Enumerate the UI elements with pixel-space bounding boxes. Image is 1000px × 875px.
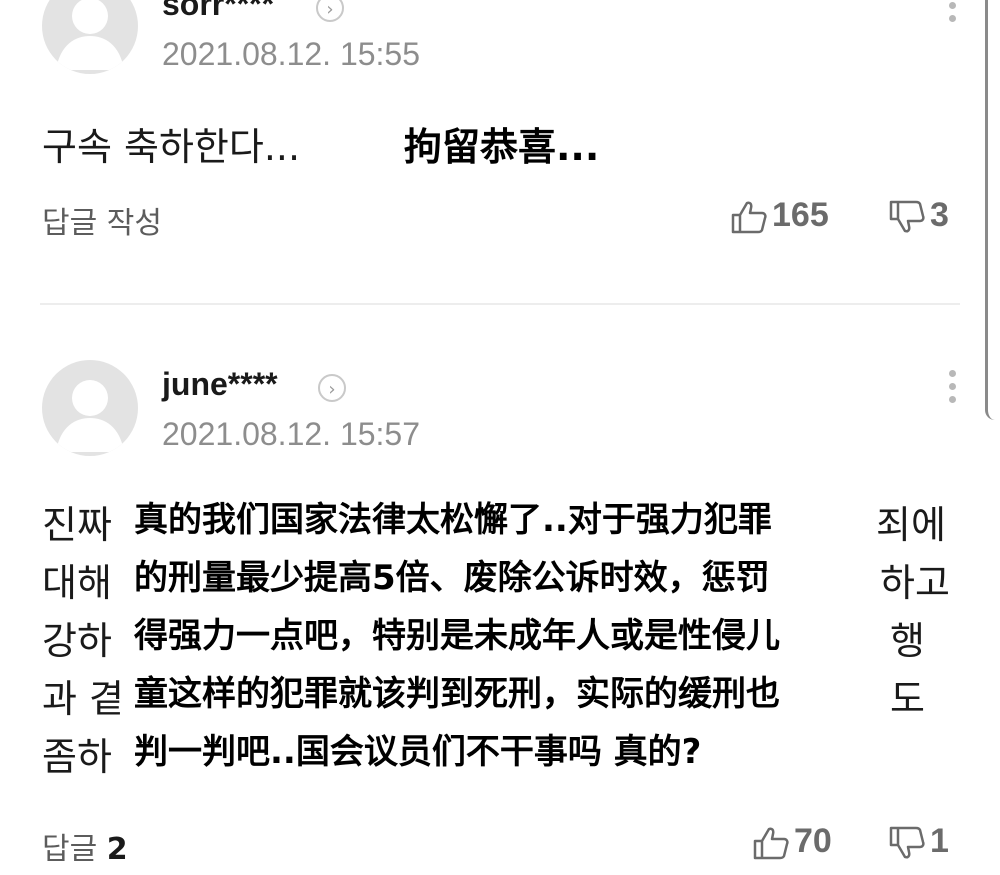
thumbs-down-icon bbox=[889, 200, 925, 233]
translation-overlay-line: 真的我们国家法律太松懈了..对于强力犯罪 bbox=[128, 490, 778, 543]
translation-overlay-line: 童这样的犯罪就该判到死刑，实际的缓刑也 bbox=[128, 664, 786, 717]
translation-overlay-line: 判一判吧..国会议员们不干事吗 真的? bbox=[128, 722, 708, 775]
avatar[interactable] bbox=[42, 0, 138, 74]
comment-body-line: 좀하 bbox=[42, 735, 112, 779]
translation-overlay-line: 得强力一点吧，特别是未成年人或是性侵儿 bbox=[128, 606, 786, 659]
reply-count: 2 bbox=[106, 832, 128, 867]
comment-username[interactable]: sorr**** bbox=[162, 0, 274, 23]
avatar-placeholder-icon bbox=[56, 0, 124, 70]
comment-body-line: 행 bbox=[890, 619, 925, 663]
comment-timestamp: 2021.08.12. 15:55 bbox=[162, 36, 421, 72]
translation-overlay: 拘留恭喜... bbox=[400, 116, 604, 171]
reply-button[interactable]: 답글 2 bbox=[42, 824, 128, 868]
reply-label: 답글 작성 bbox=[42, 206, 162, 241]
thumbs-up-icon bbox=[753, 827, 789, 860]
comment-body-line: 도 bbox=[890, 677, 925, 721]
comment-body-line: 하고 bbox=[880, 561, 950, 605]
dislike-button[interactable]: 3 bbox=[888, 196, 949, 235]
comment-body: 구속 축하한다... bbox=[42, 125, 301, 169]
comment-item: sorr**** › 2021.08.12. 15:55 구속 축하한다... … bbox=[0, 0, 1000, 300]
kebab-menu-icon[interactable] bbox=[942, 370, 962, 409]
like-button[interactable]: 70 bbox=[752, 822, 832, 861]
comment-item: june**** › 2021.08.12. 15:57 진짜 대해 강하 과 … bbox=[0, 308, 1000, 875]
kebab-menu-icon[interactable] bbox=[942, 2, 962, 28]
thumbs-down-icon bbox=[889, 826, 925, 859]
comment-body-line: 대해 bbox=[42, 561, 112, 605]
comment-body-line: 진짜 bbox=[42, 503, 112, 547]
comment-body-line: 강하 bbox=[42, 619, 112, 663]
comment-username[interactable]: june**** bbox=[162, 366, 278, 403]
dislike-button[interactable]: 1 bbox=[888, 822, 949, 861]
comment-timestamp: 2021.08.12. 15:57 bbox=[162, 416, 421, 452]
dislike-count: 1 bbox=[930, 822, 949, 860]
like-button[interactable]: 165 bbox=[730, 196, 829, 235]
chevron-right-icon[interactable]: › bbox=[316, 0, 344, 22]
dislike-count: 3 bbox=[930, 196, 949, 234]
reply-button[interactable]: 답글 작성 bbox=[42, 198, 162, 242]
thumbs-up-icon bbox=[731, 201, 767, 234]
comment-divider bbox=[40, 303, 960, 305]
avatar-placeholder-icon bbox=[56, 380, 124, 452]
reply-label: 답글 bbox=[42, 832, 98, 867]
like-count: 70 bbox=[794, 822, 832, 860]
comment-body-line: 죄에 bbox=[876, 503, 946, 547]
translation-overlay-line: 的刑量最少提高5倍、废除公诉时效，惩罚 bbox=[128, 548, 776, 601]
like-count: 165 bbox=[772, 196, 829, 234]
avatar[interactable] bbox=[42, 360, 138, 456]
comment-body-line: 과 곁 bbox=[42, 677, 124, 721]
chevron-right-icon[interactable]: › bbox=[318, 374, 346, 402]
